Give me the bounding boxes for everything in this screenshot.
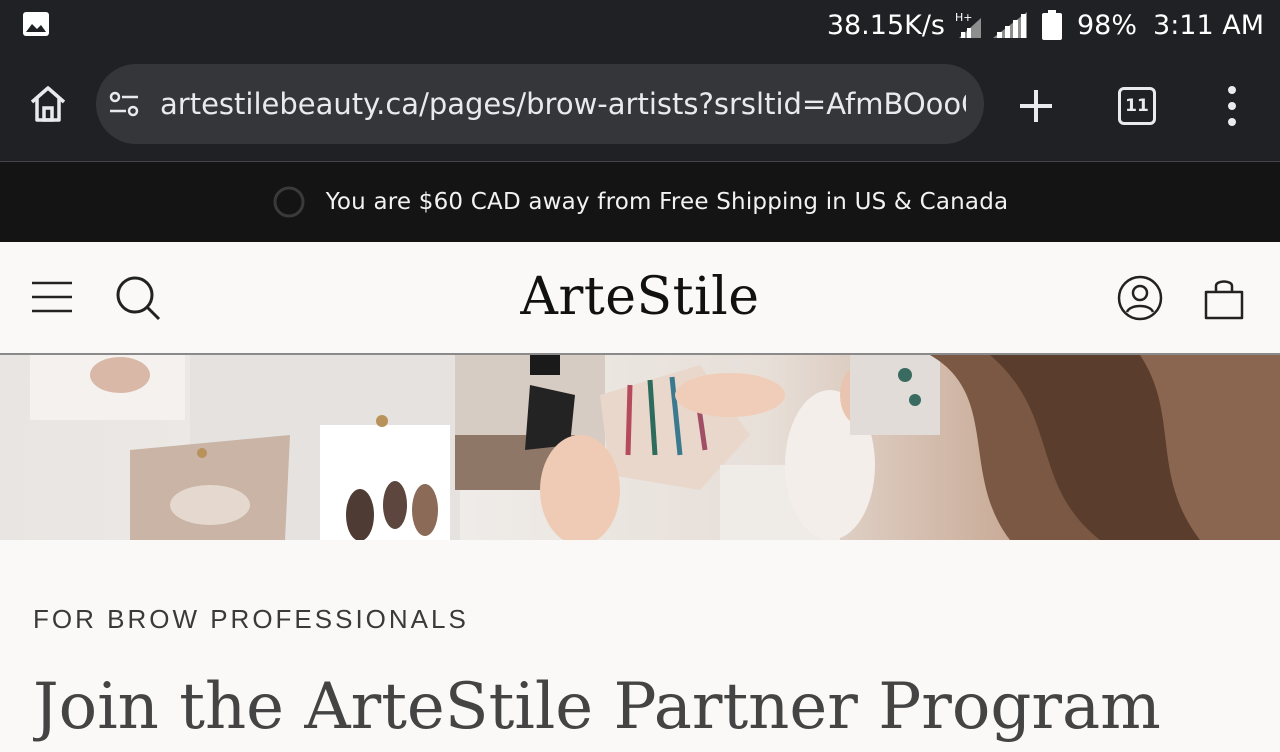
site-settings-icon[interactable]: [108, 90, 140, 118]
plus-icon[interactable]: [1016, 86, 1056, 126]
hero-photo-illustration: [30, 355, 1280, 540]
status-bar: 38.15K/s H+ 98% 3:11 AM: [0, 0, 1280, 50]
status-right: 38.15K/s H+ 98% 3:11 AM: [827, 0, 1264, 50]
hero-image: [0, 355, 1280, 540]
signal-icon: H+: [955, 11, 1027, 38]
bag-icon[interactable]: [1202, 274, 1246, 322]
tab-switcher-button[interactable]: 11: [1118, 87, 1156, 125]
network-type: H+: [955, 11, 973, 24]
home-icon[interactable]: [26, 82, 70, 126]
free-shipping-message: You are $60 CAD away from Free Shipping …: [325, 189, 1009, 215]
more-vert-icon[interactable]: [1220, 84, 1244, 128]
network-speed: 38.15K/s: [826, 9, 945, 41]
clock: 3:11 AM: [1153, 9, 1264, 41]
shipping-progress-ring: [273, 186, 305, 218]
battery-icon: [1042, 10, 1062, 40]
address-bar[interactable]: artestilebeauty.ca/pages/brow-artists?sr…: [96, 64, 984, 144]
url-text[interactable]: artestilebeauty.ca/pages/brow-artists?sr…: [160, 64, 966, 144]
account-icon[interactable]: [1116, 274, 1164, 322]
site-header: ArteStile: [0, 242, 1280, 355]
image-icon: [23, 12, 49, 36]
battery-percent: 98%: [1077, 9, 1138, 41]
section-eyebrow: FOR BROW PROFESSIONALS: [33, 604, 469, 634]
hamburger-icon[interactable]: [32, 280, 72, 314]
page-title: Join the ArteStile Partner Program: [33, 670, 1161, 744]
browser-toolbar: artestilebeauty.ca/pages/brow-artists?sr…: [0, 50, 1280, 162]
announcement-bar: You are $60 CAD away from Free Shipping …: [0, 162, 1280, 242]
search-icon[interactable]: [114, 274, 162, 322]
site-logo[interactable]: ArteStile: [440, 264, 840, 330]
